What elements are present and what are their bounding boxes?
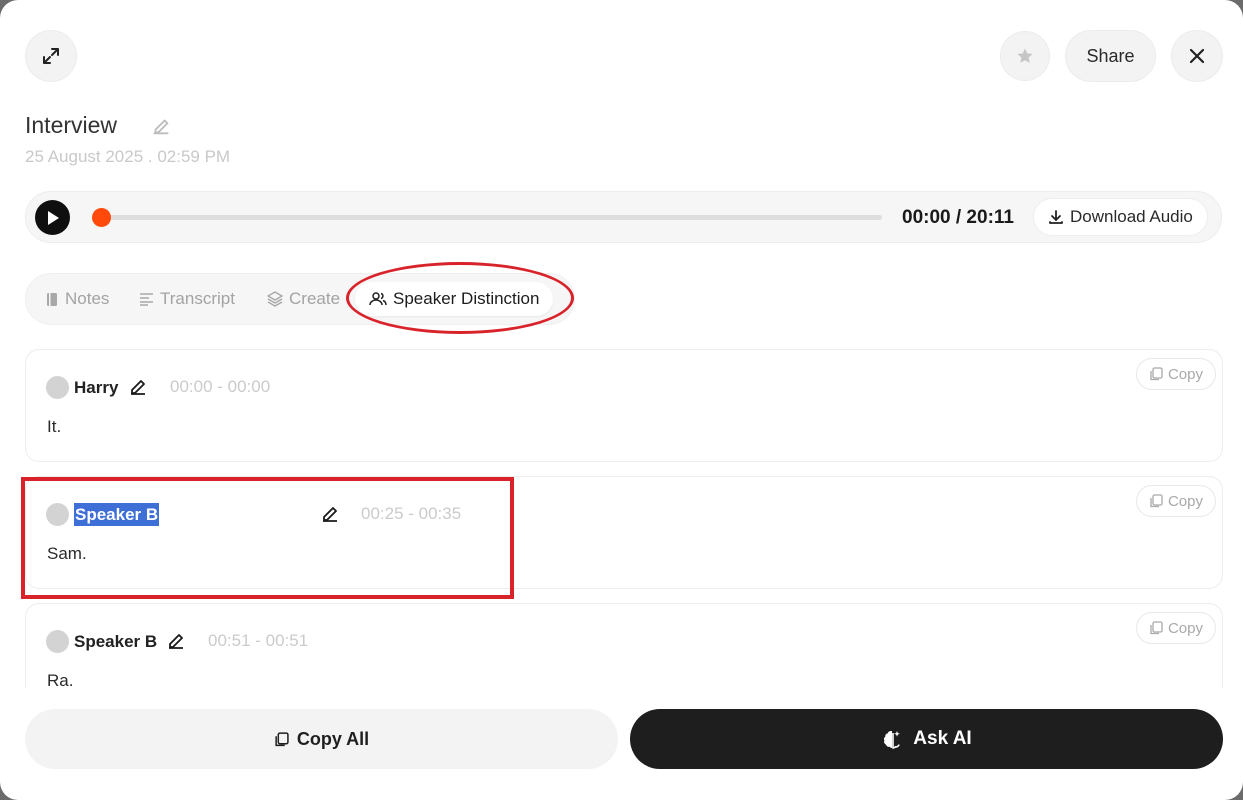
segment-time-range: 00:25 - 00:35: [361, 504, 462, 523]
share-button[interactable]: Share: [1065, 30, 1156, 82]
recording-title: Interview: [25, 112, 118, 138]
pencil-icon: [153, 119, 169, 135]
close-icon: [1189, 48, 1205, 64]
tab-bar: Notes Transcript Create Speaker Distinct…: [25, 273, 575, 325]
segment-time-range: 00:00 - 00:00: [170, 377, 271, 396]
segment-card: Harry 00:00 - 00:00 It. Copy: [25, 349, 1223, 462]
speaker-name[interactable]: Harry: [74, 376, 118, 399]
copy-icon: [275, 731, 289, 746]
ai-brain-icon: [884, 731, 901, 749]
favorite-button[interactable]: [1000, 31, 1050, 81]
star-icon: [1017, 48, 1033, 63]
progress-track[interactable]: [92, 215, 882, 220]
speaker-avatar: [46, 376, 69, 399]
tab-notes[interactable]: Notes: [45, 282, 109, 316]
speaker-segment-list[interactable]: Harry 00:00 - 00:00 It. Copy Speaker B 0…: [25, 349, 1223, 688]
tab-create[interactable]: Create: [267, 282, 340, 316]
recording-date: 25 August 2025 . 02:59 PM: [25, 147, 231, 166]
expand-arrows-icon: [43, 48, 59, 64]
copy-all-label: Copy All: [296, 728, 370, 749]
tab-label: Notes: [65, 289, 110, 308]
edit-speaker-button[interactable]: [166, 631, 186, 651]
share-label: Share: [1086, 45, 1135, 66]
pencil-icon: [169, 634, 183, 649]
download-audio-button[interactable]: Download Audio: [1033, 198, 1208, 236]
play-button[interactable]: [35, 200, 70, 235]
expand-button[interactable]: [25, 30, 77, 82]
pencil-icon: [131, 380, 145, 395]
notebook-icon: [47, 292, 57, 306]
ask-ai-button[interactable]: Ask AI: [630, 709, 1223, 769]
layers-icon: [267, 291, 283, 307]
copy-label: Copy: [1167, 492, 1203, 510]
tab-label: Speaker Distinction: [393, 289, 540, 308]
tab-label: Create: [289, 289, 341, 308]
copy-label: Copy: [1167, 619, 1203, 637]
audio-player: 00:00 / 20:11 Download Audio: [25, 191, 1222, 243]
copy-icon: [1150, 494, 1163, 508]
copy-segment-button[interactable]: Copy: [1135, 358, 1216, 390]
download-audio-label: Download Audio: [1070, 207, 1193, 226]
download-icon: [1049, 210, 1063, 224]
copy-icon: [1150, 621, 1163, 635]
tab-speaker-distinction[interactable]: Speaker Distinction: [355, 282, 554, 316]
ask-ai-label: Ask AI: [913, 728, 972, 749]
speaker-name-input[interactable]: Speaker B: [74, 503, 160, 526]
edit-title-button[interactable]: [150, 115, 174, 139]
copy-segment-button[interactable]: Copy: [1135, 485, 1216, 517]
copy-all-button[interactable]: Copy All: [25, 709, 618, 769]
users-icon: [369, 292, 387, 306]
speaker-avatar: [46, 630, 69, 653]
segment-card: Speaker B 00:25 - 00:35 Sam. Copy: [25, 476, 1223, 589]
playback-time: 00:00 / 20:11: [902, 207, 1014, 228]
segment-text: Sam.: [47, 544, 87, 563]
speaker-avatar: [46, 503, 69, 526]
progress-knob[interactable]: [92, 208, 111, 227]
play-icon: [47, 210, 59, 225]
pencil-icon: [323, 507, 337, 522]
edit-speaker-button[interactable]: [128, 377, 148, 397]
segment-text: It.: [47, 417, 62, 436]
edit-speaker-button[interactable]: [320, 504, 340, 524]
segment-time-range: 00:51 - 00:51: [208, 631, 309, 650]
recording-modal: Share Interview 25 August 2025 . 02:59 P…: [0, 0, 1243, 800]
copy-icon: [1150, 367, 1163, 381]
segment-card: Speaker B 00:51 - 00:51 Ra. Copy: [25, 603, 1223, 688]
lines-icon: [140, 293, 153, 306]
copy-segment-button[interactable]: Copy: [1135, 612, 1216, 644]
copy-label: Copy: [1167, 365, 1203, 383]
tab-transcript[interactable]: Transcript: [139, 282, 235, 316]
tab-label: Transcript: [160, 289, 235, 308]
segment-text: Ra.: [47, 671, 74, 688]
speaker-name[interactable]: Speaker B: [74, 630, 157, 653]
close-button[interactable]: [1171, 30, 1223, 82]
